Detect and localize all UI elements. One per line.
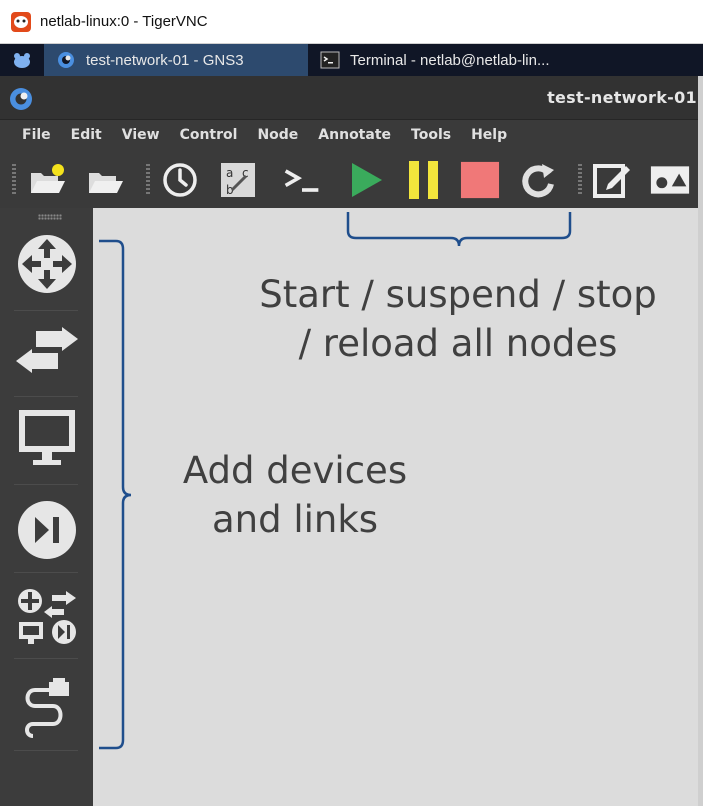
annotation-line: / reload all nodes — [298, 322, 618, 365]
annotation-brackets — [99, 212, 572, 750]
annotation-line: and links — [211, 498, 379, 541]
annotation-run-controls: Start / suspend / stop / reload all node… — [249, 270, 667, 368]
top-bracket — [346, 212, 572, 247]
annotation-add-devices: Add devices and links — [170, 446, 420, 544]
annotation-line: Start / suspend / stop — [259, 273, 657, 316]
annotation-line: Add devices — [182, 449, 408, 492]
left-bracket — [99, 239, 132, 750]
